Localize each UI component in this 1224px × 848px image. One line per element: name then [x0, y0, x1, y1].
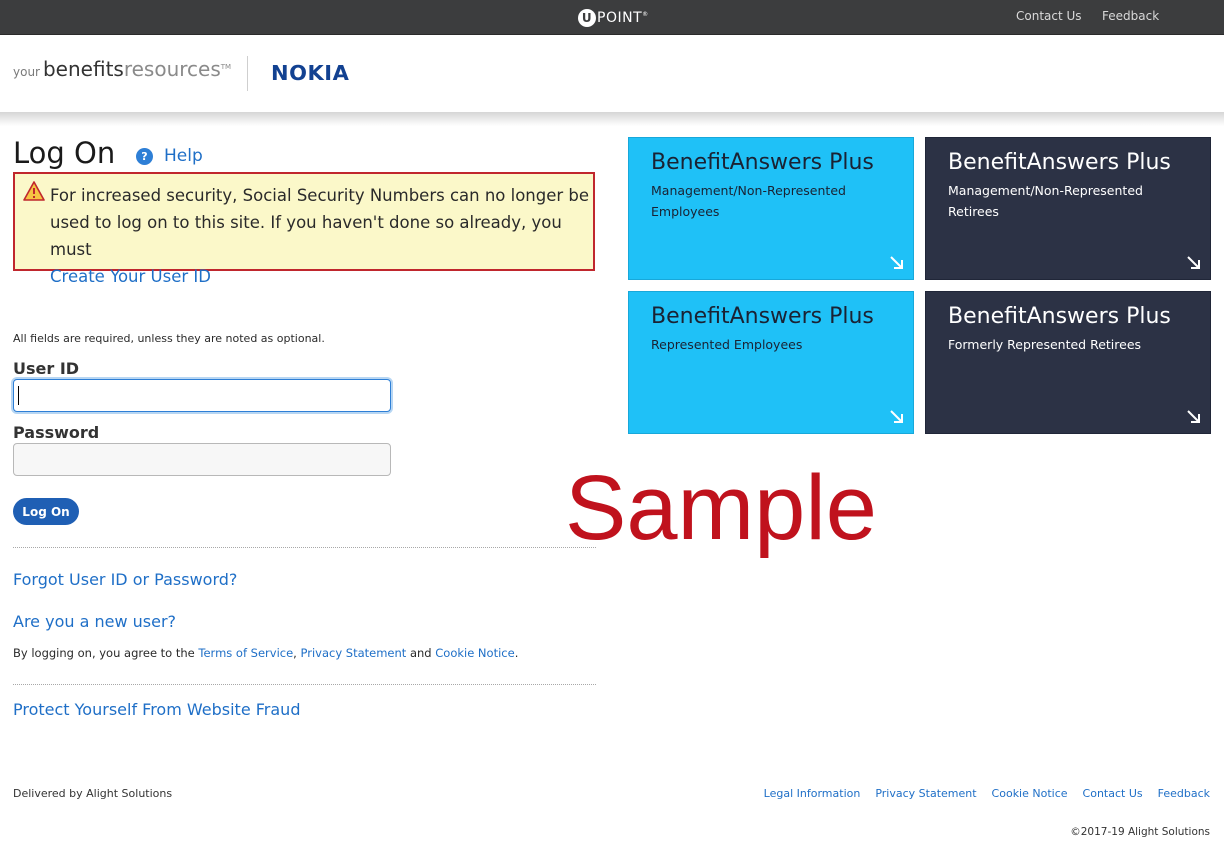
tile-title: BenefitAnswers Plus	[651, 150, 874, 175]
tile-title: BenefitAnswers Plus	[948, 304, 1171, 329]
arrow-down-right-icon	[890, 256, 903, 269]
agree-and: and	[409, 646, 432, 660]
password-input[interactable]	[13, 443, 391, 476]
website-fraud-link[interactable]: Protect Yourself From Website Fraud	[13, 700, 300, 719]
arrow-down-right-icon	[890, 410, 903, 423]
top-feedback-link[interactable]: Feedback	[1102, 9, 1159, 23]
upoint-logo-letter: U	[578, 8, 596, 27]
create-user-id-link[interactable]: Create Your User ID	[50, 267, 211, 286]
footer-cookie-notice-link[interactable]: Cookie Notice	[992, 787, 1068, 800]
copyright-text: ©2017-19 Alight Solutions	[1070, 826, 1210, 838]
text-caret	[18, 386, 19, 405]
help-icon: ?	[136, 147, 153, 165]
top-bar: U POINT ® Contact Us Feedback	[0, 0, 1224, 35]
logo-benefits-text: benefits	[42, 57, 124, 81]
arrow-down-right-icon	[1187, 256, 1200, 269]
tile-represented-employees[interactable]: BenefitAnswers Plus Represented Employee…	[628, 291, 914, 434]
alert-message: For increased security, Social Security …	[50, 182, 590, 290]
warning-icon	[23, 181, 45, 201]
new-user-link[interactable]: Are you a new user?	[13, 612, 176, 631]
forgot-credentials-link[interactable]: Forgot User ID or Password?	[13, 570, 237, 589]
agree-period: .	[514, 646, 519, 660]
delivered-by-text: Delivered by Alight Solutions	[13, 787, 173, 800]
page-title: Log On	[13, 136, 116, 170]
logo-your-text: your	[13, 65, 40, 79]
footer-contact-us-link[interactable]: Contact Us	[1083, 787, 1143, 800]
user-id-label: User ID	[13, 359, 80, 378]
divider	[13, 547, 596, 548]
divider	[13, 684, 596, 685]
agree-prefix: By logging on, you agree to the	[13, 646, 195, 660]
site-header: your benefits resources TM NOKIA	[0, 35, 1224, 112]
upoint-logo-text: POINT	[597, 9, 643, 26]
upoint-logo[interactable]: U POINT ®	[578, 8, 649, 27]
password-label: Password	[13, 423, 100, 442]
header-shadow	[0, 112, 1224, 126]
terms-of-service-link[interactable]: Terms of Service	[198, 646, 293, 660]
tile-formerly-represented-retirees[interactable]: BenefitAnswers Plus Formerly Represented…	[925, 291, 1211, 434]
tile-subtitle: Management/Non-Represented Employees	[651, 183, 846, 219]
footer-links: Legal Information Privacy Statement Cook…	[764, 787, 1210, 800]
tile-subtitle: Represented Employees	[651, 337, 803, 352]
footer-legal-information-link[interactable]: Legal Information	[764, 787, 861, 800]
log-on-button[interactable]: Log On	[13, 498, 79, 525]
upoint-logo-tm: ®	[642, 11, 649, 18]
your-benefits-resources-logo[interactable]: your benefits resources TM	[13, 57, 231, 81]
agree-comma: ,	[293, 646, 297, 660]
help-label: Help	[164, 146, 203, 166]
cookie-notice-link[interactable]: Cookie Notice	[435, 646, 514, 660]
tile-management-retirees[interactable]: BenefitAnswers Plus Management/Non-Repre…	[925, 137, 1211, 280]
privacy-statement-link[interactable]: Privacy Statement	[300, 646, 406, 660]
tile-management-employees[interactable]: BenefitAnswers Plus Management/Non-Repre…	[628, 137, 914, 280]
sample-watermark: Sample	[565, 457, 877, 559]
terms-agreement: By logging on, you agree to the Terms of…	[13, 646, 518, 660]
tile-title: BenefitAnswers Plus	[651, 304, 874, 329]
required-fields-note: All fields are required, unless they are…	[13, 332, 325, 345]
nokia-logo: NOKIA	[271, 61, 350, 85]
footer-feedback-link[interactable]: Feedback	[1158, 787, 1210, 800]
tile-title: BenefitAnswers Plus	[948, 150, 1171, 175]
alert-text: For increased security, Social Security …	[50, 186, 590, 259]
logo-resources-text: resources	[123, 57, 221, 81]
logo-tm-text: TM	[220, 63, 232, 71]
tile-subtitle: Management/Non-Represented Retirees	[948, 183, 1143, 219]
help-link[interactable]: ? Help	[136, 146, 203, 166]
top-contact-us-link[interactable]: Contact Us	[1016, 9, 1082, 23]
footer-privacy-statement-link[interactable]: Privacy Statement	[875, 787, 976, 800]
security-alert: For increased security, Social Security …	[13, 172, 595, 286]
user-id-input[interactable]	[13, 379, 391, 412]
arrow-down-right-icon	[1187, 410, 1200, 423]
header-divider	[247, 56, 248, 91]
tile-subtitle: Formerly Represented Retirees	[948, 337, 1142, 352]
